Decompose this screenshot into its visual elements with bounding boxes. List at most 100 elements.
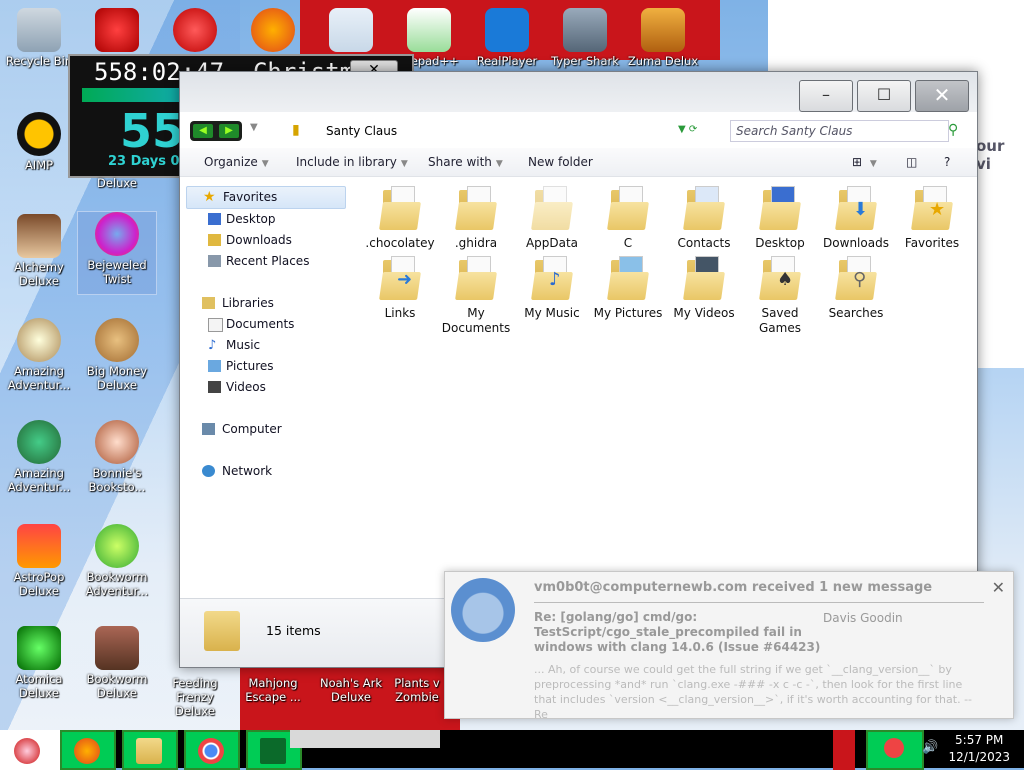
folder-my-documents[interactable]: My Documents (438, 254, 514, 336)
view-options-icon[interactable]: ⊞ ▼ (852, 155, 877, 169)
nav-buttons: ◀ ▶ (190, 121, 242, 141)
notification-divider (534, 602, 984, 603)
back-button[interactable]: ◀ (193, 124, 213, 138)
nav-music[interactable]: ♪ Music (186, 335, 346, 356)
nav-videos[interactable]: Videos (186, 377, 346, 398)
shark-icon (563, 8, 607, 52)
desktop-icon-zuma-red[interactable] (156, 8, 234, 54)
desktop-icon-amazing-1[interactable]: Amazing Adventur... (0, 318, 78, 392)
nav-computer[interactable]: Computer (186, 419, 346, 440)
tray-overflow-icon[interactable] (833, 730, 855, 770)
taskbar-explorer-icon[interactable] (122, 730, 178, 770)
nav-pictures[interactable]: Pictures (186, 356, 346, 377)
folder-my-videos[interactable]: My Videos (666, 254, 742, 321)
taskbar-firefox-icon[interactable] (60, 730, 116, 770)
bookworm-icon (95, 524, 139, 568)
folder-favorites[interactable]: ★ Favorites (894, 184, 970, 251)
folder-ghidra[interactable]: .ghidra (438, 184, 514, 251)
start-button-santa-icon[interactable] (0, 730, 60, 770)
address-bar[interactable]: ▮ Santy Claus (286, 120, 716, 142)
nav-network[interactable]: Network (186, 461, 346, 482)
desktop-icon-astropop[interactable]: AstroPop Deluxe (0, 524, 78, 598)
desktop-icon-torii[interactable] (312, 8, 390, 54)
new-folder-button[interactable]: New folder (528, 155, 593, 169)
address-refresh-icon[interactable]: ▼ ⟳ (678, 124, 697, 135)
desktop-icon-bookworm[interactable]: Bookworm Deluxe (78, 626, 156, 700)
close-button[interactable]: ✕ (915, 80, 969, 112)
desktop-label-deluxe: Deluxe (97, 176, 137, 190)
desktop-icon-alchemy[interactable]: Alchemy Deluxe (0, 214, 78, 288)
desktop-icon-amazing-2[interactable]: Amazing Adventur... (0, 420, 78, 494)
bonnie-face-icon (95, 420, 139, 464)
folder-my-music[interactable]: ♪ My Music (514, 254, 590, 321)
taskbar: 🔊 5:57 PM 12/1/2023 (0, 730, 1024, 770)
folder-links[interactable]: ➜ Links (362, 254, 438, 321)
chevron-down-icon: ▼ (261, 159, 269, 169)
taskbar-clock[interactable]: 5:57 PM 12/1/2023 (948, 732, 1010, 766)
forward-button[interactable]: ▶ (219, 124, 239, 138)
nav-recent-places[interactable]: Recent Places (186, 251, 346, 272)
desktop-icon-firefox[interactable] (234, 8, 312, 54)
desktop-icon-bonnies[interactable]: Bonnie's Booksto... (78, 420, 156, 494)
share-with-button[interactable]: Share with ▼ (428, 155, 503, 169)
alchemy-wizard-icon (17, 214, 61, 258)
include-in-library-button[interactable]: Include in library ▼ (296, 155, 408, 169)
taskbar-chrome-icon[interactable] (184, 730, 240, 770)
nav-favorites[interactable]: ★ Favorites (186, 186, 346, 209)
tray-notification-icons[interactable] (866, 730, 924, 770)
maximize-button[interactable]: ☐ (857, 80, 911, 112)
help-icon[interactable]: ? (944, 155, 950, 169)
folder-searches[interactable]: ⚲ Searches (818, 254, 894, 321)
folder-appdata[interactable]: AppData (514, 184, 590, 251)
notepadpp-icon (407, 8, 451, 52)
desktop-icon-mahjong[interactable]: Mahjong Escape ... (234, 676, 312, 704)
folder-saved-games[interactable]: ♠ Saved Games (742, 254, 818, 336)
desktop-icon-2[interactable] (78, 8, 156, 54)
breadcrumb-santy-claus[interactable]: Santy Claus (326, 124, 397, 138)
organize-button[interactable]: Organize ▼ (204, 155, 269, 169)
folder-icon (531, 184, 573, 230)
desktop-icon-realplayer[interactable]: RealPlayer (468, 8, 546, 68)
aimp-icon (17, 112, 61, 156)
notification-sender: Davis Goodin (823, 611, 903, 625)
desktop-icon-bejeweled[interactable]: Bejeweled Twist (77, 211, 157, 295)
minimize-button[interactable]: – (799, 80, 853, 112)
user-folder-icon (204, 611, 240, 651)
folder-chocolatey[interactable]: .chocolatey (362, 184, 438, 251)
desktop-icon-big-money[interactable]: Big Money Deluxe (78, 318, 156, 392)
speaker-icon[interactable]: 🔊 (922, 740, 938, 755)
nav-desktop[interactable]: Desktop (186, 209, 346, 230)
desktop-icon-feeding-frenzy[interactable]: Feeding Frenzy Deluxe (156, 676, 234, 718)
search-input[interactable]: Search Santy Claus (730, 120, 949, 142)
nav-libraries[interactable]: Libraries (186, 293, 346, 314)
notification-close-icon[interactable]: ✕ (992, 578, 1005, 597)
folder-downloads[interactable]: ⬇ Downloads (818, 184, 894, 251)
navigation-bar: ◀ ▶ ▼ ▮ Santy Claus ▼ ⟳ Search Santy Cla… (180, 114, 977, 148)
preview-pane-icon[interactable]: ◫ (906, 155, 917, 169)
links-folder-icon: ➜ (379, 254, 421, 300)
desktop-icon-zuma[interactable]: Zuma Delux (624, 8, 702, 68)
desktop-icon-plants-zombies[interactable]: Plants v Zombie (390, 676, 444, 704)
desktop-icon-recycle-bin[interactable]: Recycle Bin (0, 8, 78, 68)
compass-icon (17, 318, 61, 362)
realplayer-icon (485, 8, 529, 52)
folder-contacts[interactable]: Contacts (666, 184, 742, 251)
atomica-icon (17, 626, 61, 670)
desktop-icon-bookworm-adv[interactable]: Bookworm Adventur... (78, 524, 156, 598)
desktop-icon-atomica[interactable]: Atomica Deluxe (0, 626, 78, 700)
nav-downloads[interactable]: Downloads (186, 230, 346, 251)
folder-desktop[interactable]: Desktop (742, 184, 818, 251)
desktop-icon-noahs-ark[interactable]: Noah's Ark Deluxe (312, 676, 390, 704)
torii-gate-icon (329, 8, 373, 52)
folder-c[interactable]: C (590, 184, 666, 251)
folder-my-pictures[interactable]: My Pictures (590, 254, 666, 321)
music-folder-icon: ♪ (531, 254, 573, 300)
recent-locations-dropdown-icon[interactable]: ▼ (250, 122, 258, 133)
nav-documents[interactable]: Documents (186, 314, 346, 335)
desktop-icon-aimp[interactable]: AIMP (0, 112, 78, 172)
gadget-big-number: 55 (120, 104, 185, 158)
mail-notification[interactable]: vm0b0t@computernewb.com received 1 new m… (444, 571, 1014, 721)
search-icon[interactable]: ⚲ (948, 122, 958, 138)
desktop-icon-typer-shark[interactable]: Typer Shark (546, 8, 624, 68)
saved-games-folder-icon: ♠ (759, 254, 801, 300)
